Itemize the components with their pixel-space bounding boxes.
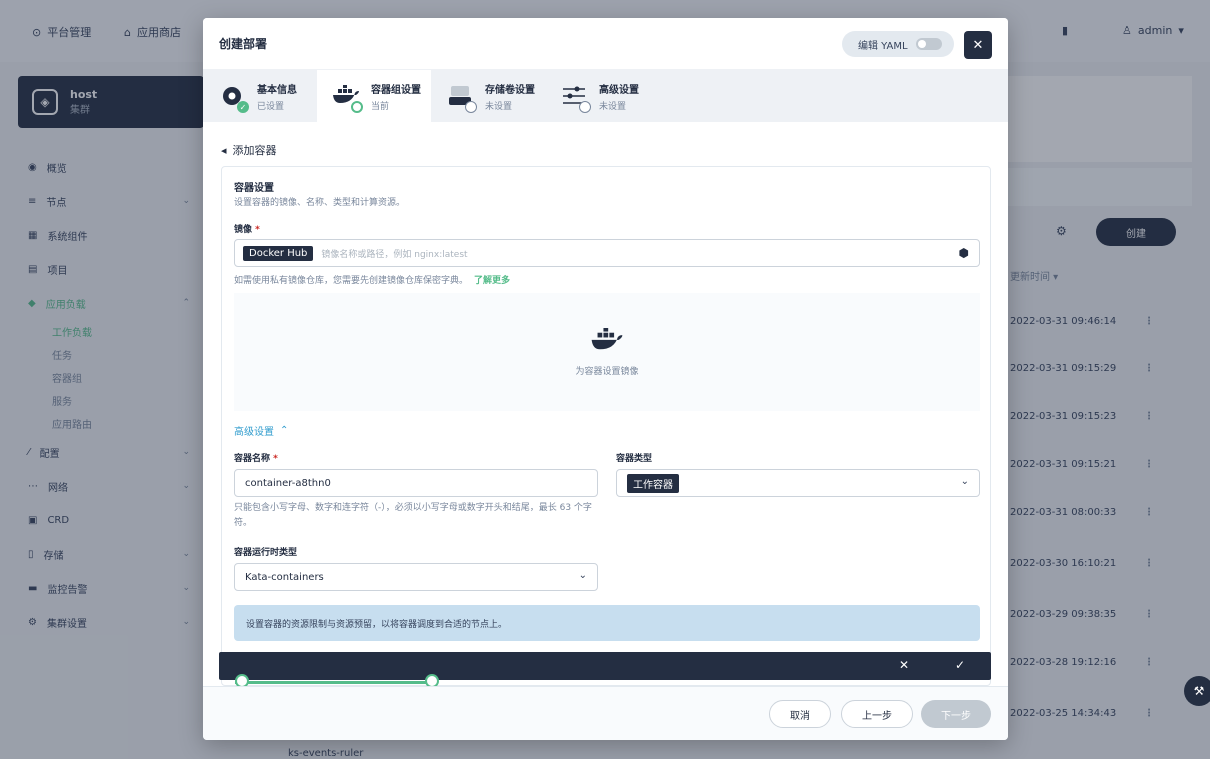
tab-pod-settings[interactable]: 容器组设置 当前: [317, 70, 431, 122]
close-icon[interactable]: ✕: [899, 658, 909, 672]
chevron-down-icon: ⌄: [960, 476, 969, 487]
tab-title: 存储卷设置: [485, 84, 535, 96]
close-button[interactable]: ✕: [964, 31, 992, 59]
container-type-label: 容器类型: [616, 454, 653, 464]
cube-icon[interactable]: ⬢: [959, 246, 969, 260]
modal-footer: 取消 上一步 下一步: [203, 686, 1008, 740]
container-name-label-text: 容器名称: [234, 454, 271, 464]
hint-text: 如需使用私有镜像仓库，您需要先创建镜像仓库保密字典。: [234, 276, 469, 286]
tab-basic-info[interactable]: ✓ 基本信息已设置: [203, 70, 317, 122]
image-input[interactable]: Docker Hub 镜像名称或路径，例如 nginx:latest ⬢: [234, 239, 980, 267]
image-empty-state: 为容器设置镜像: [234, 293, 980, 411]
tab-title: 高级设置: [599, 84, 639, 96]
docker-icon: [331, 81, 363, 113]
tab-status: 当前: [371, 101, 390, 112]
container-type-select[interactable]: 工作容器 ⌄: [616, 469, 980, 497]
name-rule-hint: 只能包含小写字母、数字和连字符（-），必须以小写字母或数字开头和结尾，最长 63…: [234, 503, 592, 528]
required-mark: *: [255, 225, 260, 235]
tab-status: 已设置: [257, 101, 285, 112]
learn-more-link[interactable]: 了解更多: [474, 276, 510, 286]
tab-title: 容器组设置: [371, 84, 421, 96]
modal-content: ◂ 添加容器 容器设置 设置容器的镜像、名称、类型和计算资源。 镜像 * Dock…: [203, 122, 1008, 686]
tab-status: 未设置: [485, 101, 513, 112]
tab-title: 基本信息: [257, 84, 297, 96]
check-icon: ✓: [237, 101, 249, 113]
docker-whale-icon: [591, 327, 623, 349]
section-desc: 设置容器的镜像、名称、类型和计算资源。: [234, 198, 406, 208]
tab-advanced-settings[interactable]: 高级设置 未设置: [545, 70, 659, 122]
required-mark: *: [273, 454, 278, 464]
container-type-value: 工作容器: [627, 473, 679, 493]
section-title: 容器设置: [234, 183, 274, 194]
tab-status: 未设置: [599, 101, 627, 112]
back-link[interactable]: ◂ 添加容器: [221, 142, 277, 158]
toggle-switch[interactable]: [915, 38, 942, 50]
private-registry-hint: 如需使用私有镜像仓库，您需要先创建镜像仓库保密字典。 了解更多: [234, 273, 510, 286]
edit-yaml-toggle[interactable]: 编辑 YAML: [842, 31, 954, 57]
check-icon[interactable]: ✓: [955, 658, 965, 672]
container-name-input[interactable]: container-a8thn0: [234, 469, 598, 497]
image-label: 镜像 *: [234, 222, 260, 235]
resource-slider-track[interactable]: [235, 681, 435, 684]
container-name-label: 容器名称 *: [234, 451, 278, 464]
storage-volume-icon: [445, 81, 477, 113]
sliders-icon: [559, 81, 591, 113]
advanced-label: 高级设置: [234, 427, 274, 438]
tab-volume-settings[interactable]: 存储卷设置 未设置: [431, 70, 545, 122]
runtime-label: 容器运行时类型: [234, 548, 298, 558]
image-label-text: 镜像: [234, 225, 253, 235]
pending-step-icon: [579, 101, 591, 113]
step-tabs: ✓ 基本信息已设置 容器组设置当前 存储卷设置未设置 高级设置未设置: [203, 70, 1008, 122]
modal-header: 创建部署 编辑 YAML ✕: [203, 18, 1008, 70]
container-confirm-bar: ✕ ✓: [219, 652, 991, 680]
cancel-button[interactable]: 取消: [769, 700, 831, 728]
create-deployment-modal: 创建部署 编辑 YAML ✕ ✓ 基本信息已设置 容器组设置当前 存储卷设置未设…: [203, 18, 1008, 740]
back-arrow-icon: ◂: [221, 143, 227, 157]
container-settings-card: 容器设置 设置容器的镜像、名称、类型和计算资源。 镜像 * Docker Hub…: [221, 166, 991, 686]
empty-text: 为容器设置镜像: [575, 366, 639, 377]
chevron-down-icon: ⌄: [578, 570, 587, 581]
pending-step-icon: [465, 101, 477, 113]
container-name-value: container-a8thn0: [245, 477, 331, 489]
basic-info-icon: ✓: [217, 81, 249, 113]
resource-info-banner: 设置容器的资源限制与资源预留，以将容器调度到合适的节点上。: [234, 605, 980, 641]
runtime-value: Kata-containers: [245, 571, 324, 583]
image-placeholder: 镜像名称或路径，例如 nginx:latest: [321, 249, 468, 260]
chevron-up-icon: ⌃: [280, 425, 289, 436]
back-label: 添加容器: [232, 144, 277, 157]
previous-button[interactable]: 上一步: [841, 700, 913, 728]
registry-selector[interactable]: Docker Hub: [243, 245, 314, 261]
modal-title: 创建部署: [219, 37, 268, 51]
advanced-toggle[interactable]: 高级设置 ⌃: [234, 423, 288, 438]
edit-yaml-label: 编辑 YAML: [858, 40, 908, 52]
next-button[interactable]: 下一步: [921, 700, 991, 728]
current-step-icon: [351, 101, 363, 113]
toolbox-icon[interactable]: ⚒: [1184, 676, 1210, 706]
close-icon: ✕: [972, 37, 984, 53]
runtime-select[interactable]: Kata-containers ⌄: [234, 563, 598, 591]
